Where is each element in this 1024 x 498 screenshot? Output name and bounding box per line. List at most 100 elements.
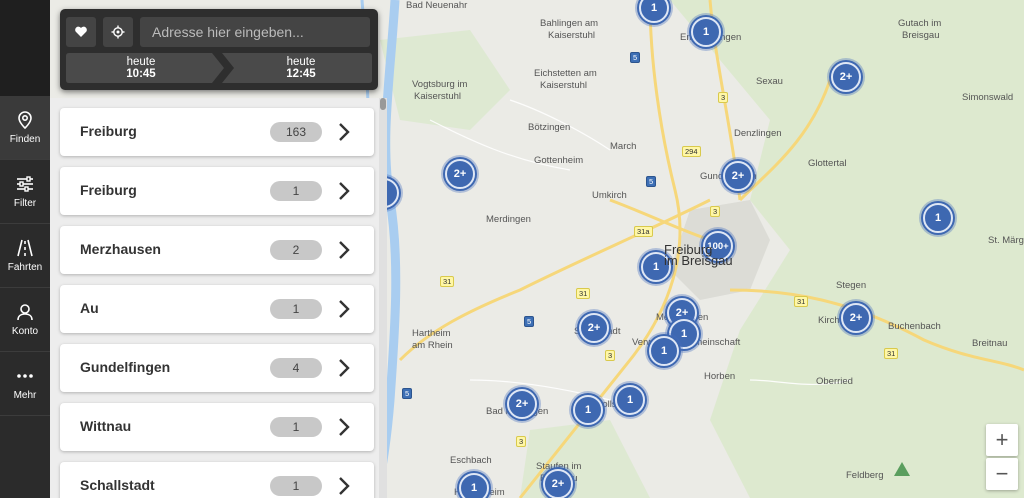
nav-label: Filter xyxy=(13,198,37,209)
cluster-count: 1 xyxy=(573,395,603,425)
cluster-marker[interactable]: 1 xyxy=(919,199,957,237)
cluster-count: 1 xyxy=(649,336,679,366)
cluster-marker[interactable]: 2+ xyxy=(719,157,757,195)
cluster-marker[interactable]: 1 xyxy=(569,391,607,429)
nav-konto[interactable]: Konto xyxy=(0,288,50,352)
place-label: Glottertal xyxy=(808,158,847,169)
cluster-marker[interactable]: 2+ xyxy=(539,465,577,498)
result-card[interactable]: Merzhausen 2 xyxy=(60,226,374,274)
nav-label: Mehr xyxy=(13,390,37,401)
start-time: 10:45 xyxy=(126,68,156,80)
end-time-button[interactable]: heute 12:45 xyxy=(230,53,372,83)
cluster-marker[interactable]: 1 xyxy=(687,13,725,51)
chevron-right-icon xyxy=(339,123,350,141)
road-shield: 31 xyxy=(576,288,591,299)
location-pin-icon xyxy=(18,111,32,130)
cluster-marker[interactable]: 2+ xyxy=(837,299,875,337)
place-label: Kaiserstuhl xyxy=(548,30,595,41)
chevron-right-icon xyxy=(339,241,350,259)
place-label: Eichstetten am xyxy=(534,68,597,79)
place-label: Denzlingen xyxy=(734,128,782,139)
end-time: 12:45 xyxy=(286,68,316,80)
time-range-selector: heute 10:45 heute 12:45 xyxy=(66,53,372,83)
road-shield: 31 xyxy=(440,276,455,287)
cluster-count: 2+ xyxy=(445,159,475,189)
user-icon xyxy=(17,304,33,321)
place-label: Bad Neuenahr xyxy=(406,0,468,11)
result-count-badge: 1 xyxy=(270,476,322,496)
zoom-out-button[interactable]: − xyxy=(986,458,1018,490)
chevron-right-icon xyxy=(339,477,350,495)
heart-icon xyxy=(75,26,87,37)
place-label: Horben xyxy=(704,371,736,382)
cluster-marker[interactable]: 1 xyxy=(611,381,649,419)
place-label: Gutach im xyxy=(898,18,942,29)
road-shield: 3 xyxy=(516,436,527,447)
result-name: Au xyxy=(80,300,99,316)
scrollbar-thumb[interactable] xyxy=(380,98,386,110)
cluster-count: 2+ xyxy=(507,389,537,419)
road-shield: 5 xyxy=(402,388,413,399)
nav-fahrten[interactable]: Fahrten xyxy=(0,224,50,288)
more-dots-icon xyxy=(17,374,33,378)
result-name: Merzhausen xyxy=(80,241,161,257)
road-icon xyxy=(17,239,33,257)
favorites-button[interactable] xyxy=(66,17,96,47)
road-shield: 5 xyxy=(646,176,657,187)
city-label: Freiburg im Breisgau xyxy=(664,243,733,268)
cluster-marker[interactable]: 2+ xyxy=(827,58,865,96)
start-time-button[interactable]: heute 10:45 xyxy=(66,53,216,83)
result-card[interactable]: Au 1 xyxy=(60,285,374,333)
result-count-badge: 163 xyxy=(270,122,322,142)
city-label-line2: im Breisgau xyxy=(664,253,733,268)
results-scrollbar[interactable] xyxy=(379,98,387,498)
zoom-in-button[interactable]: + xyxy=(986,424,1018,456)
place-label: Oberried xyxy=(816,376,853,387)
place-label: Feldberg xyxy=(846,470,884,481)
cluster-marker[interactable]: 2+ xyxy=(441,155,479,193)
nav-label: Fahrten xyxy=(7,262,43,273)
result-count-badge: 1 xyxy=(270,299,322,319)
cluster-marker[interactable]: 1 xyxy=(645,332,683,370)
result-card[interactable]: Freiburg 1 xyxy=(60,167,374,215)
result-card[interactable]: Freiburg 163 xyxy=(60,108,374,156)
crosshair-icon xyxy=(111,25,125,39)
place-label: Kaiserstuhl xyxy=(540,80,587,91)
nav-mehr[interactable]: Mehr xyxy=(0,352,50,416)
side-navigation: Finden Filter Fahrten Konto Mehr xyxy=(0,0,50,498)
place-label: March xyxy=(610,141,637,152)
cluster-count: 2+ xyxy=(543,469,573,498)
result-name: Freiburg xyxy=(80,123,137,139)
cluster-count: 1 xyxy=(691,17,721,47)
cluster-count: 1 xyxy=(615,385,645,415)
place-label: Breisgau xyxy=(902,30,940,41)
road-shield: 5 xyxy=(524,316,535,327)
place-label: Sexau xyxy=(756,76,783,87)
result-name: Wittnau xyxy=(80,418,132,434)
cluster-count: 1 xyxy=(923,203,953,233)
place-label: Buchenbach xyxy=(888,321,941,332)
place-label: Umkirch xyxy=(592,190,627,201)
cluster-count: 1 xyxy=(459,473,489,498)
place-label: Merdingen xyxy=(486,214,531,225)
road-shield: 31a xyxy=(634,226,653,237)
result-card[interactable]: Wittnau 1 xyxy=(60,403,374,451)
road-shield: 5 xyxy=(630,52,641,63)
cluster-marker[interactable]: 2+ xyxy=(575,309,613,347)
place-label: Kaiserstuhl xyxy=(414,91,461,102)
cluster-count: 2+ xyxy=(831,62,861,92)
result-name: Freiburg xyxy=(80,182,137,198)
road-shield: 31 xyxy=(884,348,899,359)
cluster-marker[interactable]: 2+ xyxy=(503,385,541,423)
nav-filter[interactable]: Filter xyxy=(0,160,50,224)
chevron-right-icon xyxy=(339,359,350,377)
place-label: Gottenheim xyxy=(534,155,584,166)
locate-me-button[interactable] xyxy=(103,17,133,47)
address-search-input[interactable] xyxy=(140,17,370,47)
cluster-count: 1 xyxy=(639,0,669,23)
result-card[interactable]: Schallstadt 1 xyxy=(60,462,374,498)
result-card[interactable]: Gundelfingen 4 xyxy=(60,344,374,392)
search-panel: heute 10:45 heute 12:45 xyxy=(60,9,378,90)
result-count-badge: 4 xyxy=(270,358,322,378)
nav-finden[interactable]: Finden xyxy=(0,96,50,160)
